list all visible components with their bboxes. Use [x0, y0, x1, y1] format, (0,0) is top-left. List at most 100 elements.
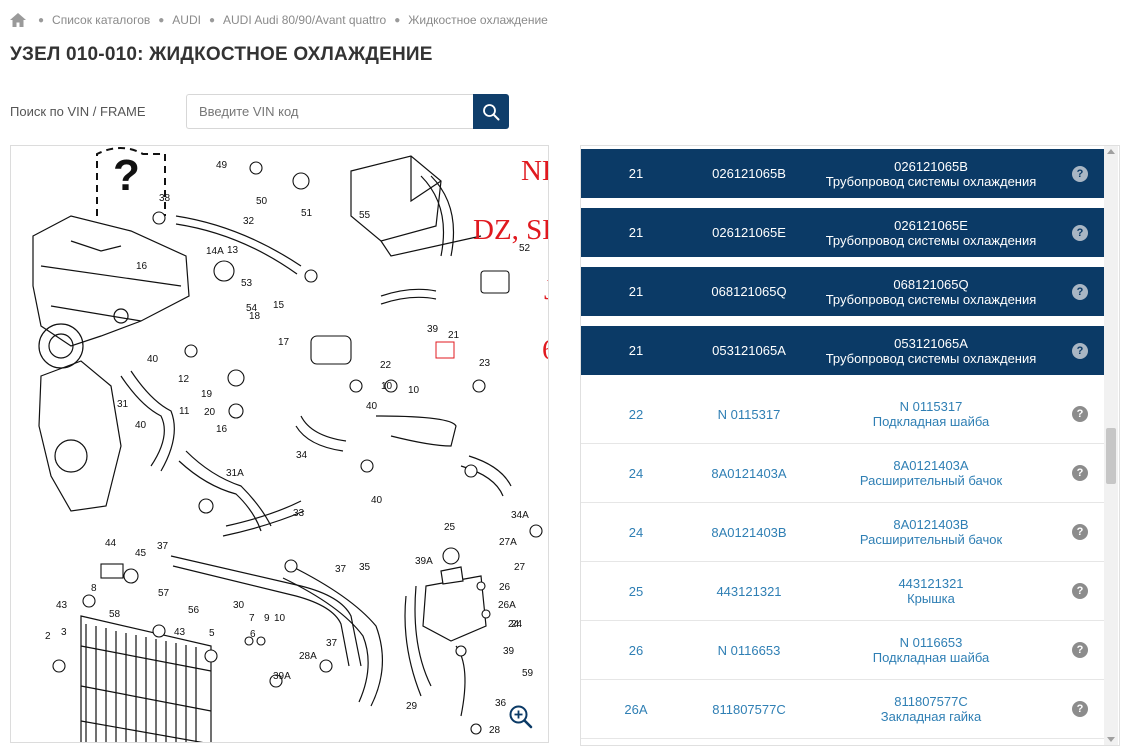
callout-number[interactable]: 31A — [226, 468, 244, 479]
help-icon[interactable]: ? — [1072, 642, 1088, 658]
callout-number[interactable]: 26A — [498, 600, 516, 611]
part-row[interactable]: 21 053121065A 053121065A Трубопровод систем… — [581, 326, 1104, 375]
callout-number[interactable]: 15 — [273, 300, 285, 311]
callout-number[interactable]: 33 — [293, 508, 305, 519]
callout-number[interactable]: 51 — [301, 208, 313, 219]
help-icon[interactable]: ? — [1072, 283, 1088, 300]
part-description[interactable]: N 0116653 Подкладная шайба — [781, 635, 1081, 665]
callout-number[interactable]: 40 — [147, 354, 159, 365]
callout-number[interactable]: 40 — [371, 495, 383, 506]
callout-number[interactable]: 59 — [522, 668, 534, 679]
callout-number[interactable]: 27A — [499, 537, 517, 548]
part-description[interactable]: 026121065B Трубопровод системы охлаждения — [781, 159, 1081, 189]
part-row[interactable]: 26 N 0116653 N 0116653 Подкладная шайба? — [581, 621, 1104, 680]
breadcrumb-model[interactable]: AUDI Audi 80/90/Avant quattro — [223, 13, 386, 27]
callout-number[interactable]: 36 — [495, 698, 507, 709]
part-description[interactable]: 811807577C Закладная гайка — [781, 694, 1081, 724]
help-icon[interactable]: ? — [1072, 701, 1088, 717]
part-row[interactable]: 25 443121321 443121321 Крышка? — [581, 562, 1104, 621]
callout-number[interactable]: 32 — [243, 216, 255, 227]
callout-number[interactable]: 10 — [381, 381, 393, 392]
callout-number[interactable]: 19 — [201, 389, 213, 400]
callout-number[interactable]: 9 — [264, 613, 270, 624]
help-icon[interactable]: ? — [1072, 342, 1088, 359]
callout-number[interactable]: 34 — [296, 450, 308, 461]
callout-number[interactable]: 40 — [135, 420, 147, 431]
help-icon[interactable]: ? — [1072, 465, 1088, 481]
callout-number[interactable]: 49 — [216, 160, 228, 171]
callout-number[interactable]: 13 — [227, 245, 239, 256]
callout-number[interactable]: 12 — [178, 374, 190, 385]
callout-number[interactable]: 3 — [61, 627, 67, 638]
callout-number[interactable]: 55 — [359, 210, 371, 221]
callout-number[interactable]: 27 — [514, 562, 526, 573]
part-description[interactable]: 026121065E Трубопровод системы охлаждения — [781, 218, 1081, 248]
vin-search-input[interactable] — [186, 94, 474, 129]
callout-number[interactable]: 28A — [299, 651, 317, 662]
part-row[interactable]: 21 068121065Q 068121065Q Трубопровод систем… — [581, 267, 1104, 316]
callout-number[interactable]: 6 — [250, 629, 256, 640]
callout-number[interactable]: 57 — [158, 588, 170, 599]
callout-number[interactable]: 53 — [241, 278, 253, 289]
callout-number[interactable]: 40 — [366, 401, 378, 412]
callout-number[interactable]: 25 — [444, 522, 456, 533]
callout-number[interactable]: 37 — [326, 638, 338, 649]
callout-number[interactable]: 34A — [511, 510, 529, 521]
part-description[interactable]: N 0115317 Подкладная шайба — [781, 399, 1081, 429]
part-description[interactable]: 443121321 Крышка — [781, 576, 1081, 606]
help-icon[interactable]: ? — [1072, 583, 1088, 599]
callout-number[interactable]: 30 — [233, 600, 245, 611]
callout-number[interactable]: 39 — [427, 324, 439, 335]
breadcrumb-catalog-list[interactable]: Список каталогов — [52, 13, 150, 27]
part-description[interactable]: 8A0121403A Расширительный бачок — [781, 458, 1081, 488]
help-icon[interactable]: ? — [1072, 406, 1088, 422]
part-row[interactable]: 26A 811807577C 811807577C Закладная гайка? — [581, 680, 1104, 739]
callout-number[interactable]: 28 — [489, 725, 501, 736]
part-row[interactable]: 22 N 0115317 N 0115317 Подкладная шайба? — [581, 385, 1104, 444]
help-icon[interactable]: ? — [1072, 224, 1088, 241]
callout-number[interactable]: 10 — [274, 613, 286, 624]
scroll-up-arrow[interactable] — [1107, 149, 1115, 154]
callout-number[interactable]: 18 — [249, 311, 261, 322]
callout-number[interactable]: 37 — [335, 564, 347, 575]
part-row[interactable]: 24 8A0121403B 8A0121403B Расширительный бач… — [581, 503, 1104, 562]
callout-number[interactable]: 50 — [256, 196, 268, 207]
table-scrollbar[interactable] — [1104, 146, 1118, 745]
callout-number[interactable]: 31 — [117, 399, 129, 410]
callout-number[interactable]: 45 — [135, 548, 147, 559]
zoom-in-icon[interactable] — [508, 704, 534, 730]
callout-number[interactable]: 16 — [136, 261, 148, 272]
callout-number[interactable]: 38 — [159, 193, 171, 204]
callout-number[interactable]: 43 — [174, 627, 186, 638]
callout-number[interactable]: 14A — [206, 246, 224, 257]
part-row[interactable]: 21 026121065B 026121065B Трубопровод систем… — [581, 149, 1104, 198]
scroll-down-arrow[interactable] — [1107, 737, 1115, 742]
callout-number[interactable]: 58 — [109, 609, 121, 620]
callout-number[interactable]: 37 — [157, 541, 169, 552]
callout-number[interactable]: 16 — [216, 424, 228, 435]
breadcrumb-audi[interactable]: AUDI — [172, 13, 201, 27]
part-row[interactable]: 21 026121065E 026121065E Трубопровод систем… — [581, 208, 1104, 257]
callout-number[interactable]: 29 — [406, 701, 418, 712]
parts-diagram[interactable]: 49 50 51 55 38 32 52 14A 13 16 53 54 15 18 17 39 21 40 12 1… — [10, 145, 549, 743]
home-icon[interactable] — [10, 13, 26, 27]
help-icon[interactable]: ? — [1072, 524, 1088, 540]
part-row[interactable]: 24 8A0121403A 8A0121403A Расширительный бач… — [581, 444, 1104, 503]
callout-number[interactable]: 10 — [408, 385, 420, 396]
part-description[interactable]: 8A0121403B Расширительный бачок — [781, 517, 1081, 547]
callout-number[interactable]: 21 — [448, 330, 460, 341]
callout-number[interactable]: 24 — [511, 619, 523, 630]
callout-number[interactable]: 23 — [479, 358, 491, 369]
callout-number[interactable]: 22 — [380, 360, 392, 371]
callout-number[interactable]: 39 — [503, 646, 515, 657]
callout-number[interactable]: 7 — [249, 613, 255, 624]
callout-number[interactable]: 44 — [105, 538, 117, 549]
scroll-thumb[interactable] — [1106, 428, 1116, 484]
callout-number[interactable]: 26 — [499, 582, 511, 593]
part-description[interactable]: 068121065Q Трубопровод системы охлаждения — [781, 277, 1081, 307]
callout-number[interactable]: 56 — [188, 605, 200, 616]
help-icon[interactable]: ? — [1072, 165, 1088, 182]
callout-number[interactable]: 11 — [179, 406, 190, 417]
callout-number[interactable]: 2 — [45, 631, 51, 642]
callout-number[interactable]: 39A — [273, 671, 291, 682]
